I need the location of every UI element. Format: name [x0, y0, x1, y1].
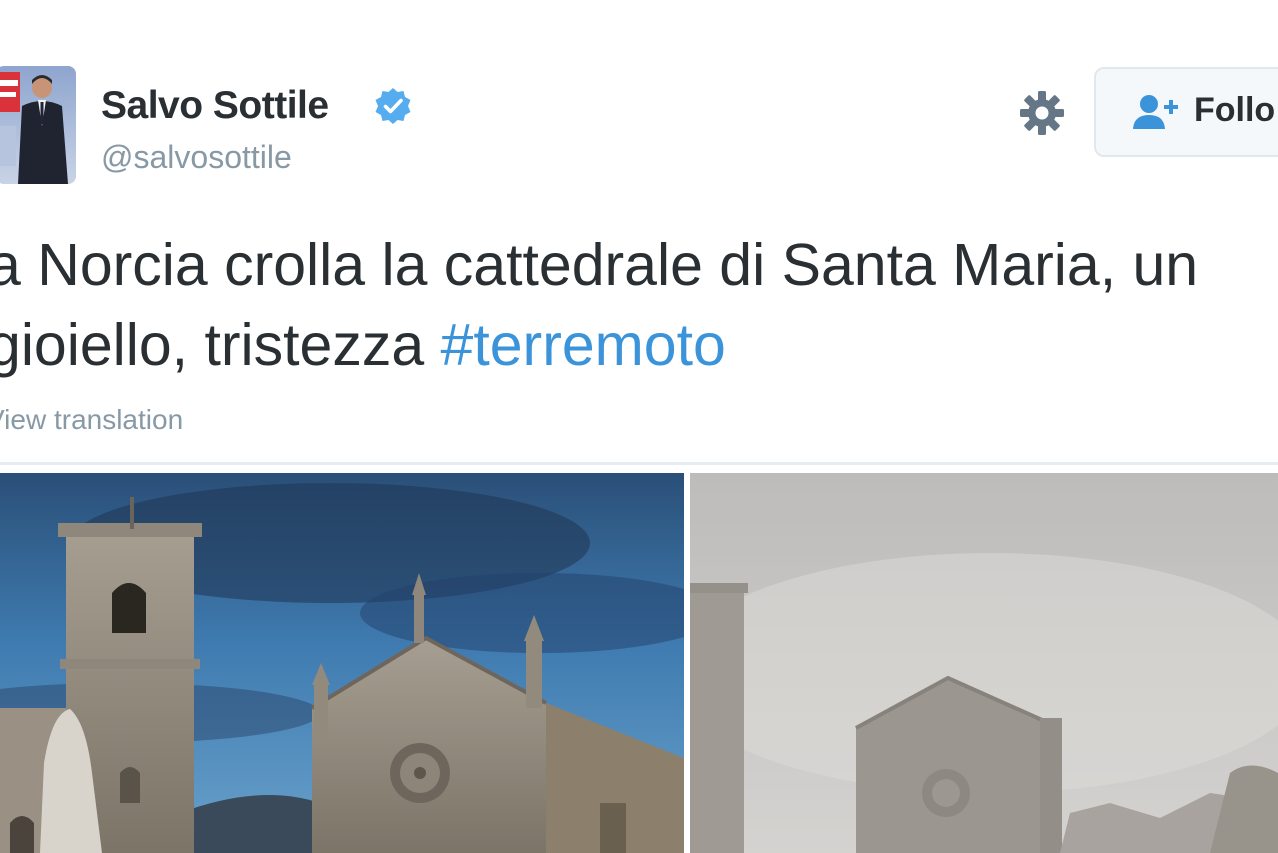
tweet-text-line-2-prefix: gioiello, tristezza	[0, 312, 441, 378]
gear-icon[interactable]	[1018, 89, 1066, 137]
photo-cathedral-before[interactable]	[0, 473, 684, 853]
avatar[interactable]	[0, 66, 76, 184]
tweet-text-line-1: a Norcia crolla la cattedrale di Santa M…	[0, 232, 1199, 298]
media-grid	[0, 473, 1278, 853]
follow-button-label: Follo	[1194, 91, 1276, 129]
author-handle[interactable]: @salvosottile	[101, 139, 292, 176]
tweet-text: a Norcia crolla la cattedrale di Santa M…	[0, 225, 1278, 385]
photo-cathedral-after[interactable]	[690, 473, 1278, 853]
media-divider	[0, 462, 1278, 465]
follow-button[interactable]: Follo	[1094, 67, 1278, 157]
tweet-text-line-2: gioiello, tristezza #terremoto	[0, 305, 1278, 385]
hashtag-link[interactable]: #terremoto	[441, 312, 726, 378]
follow-person-plus-icon	[1132, 93, 1180, 131]
verified-badge-icon	[373, 86, 413, 126]
view-translation-link[interactable]: View translation	[0, 404, 183, 436]
author-display-name[interactable]: Salvo Sottile	[101, 84, 329, 128]
tweet-page: Salvo Sottile @salvosottile Follo a Norc…	[0, 0, 1278, 853]
